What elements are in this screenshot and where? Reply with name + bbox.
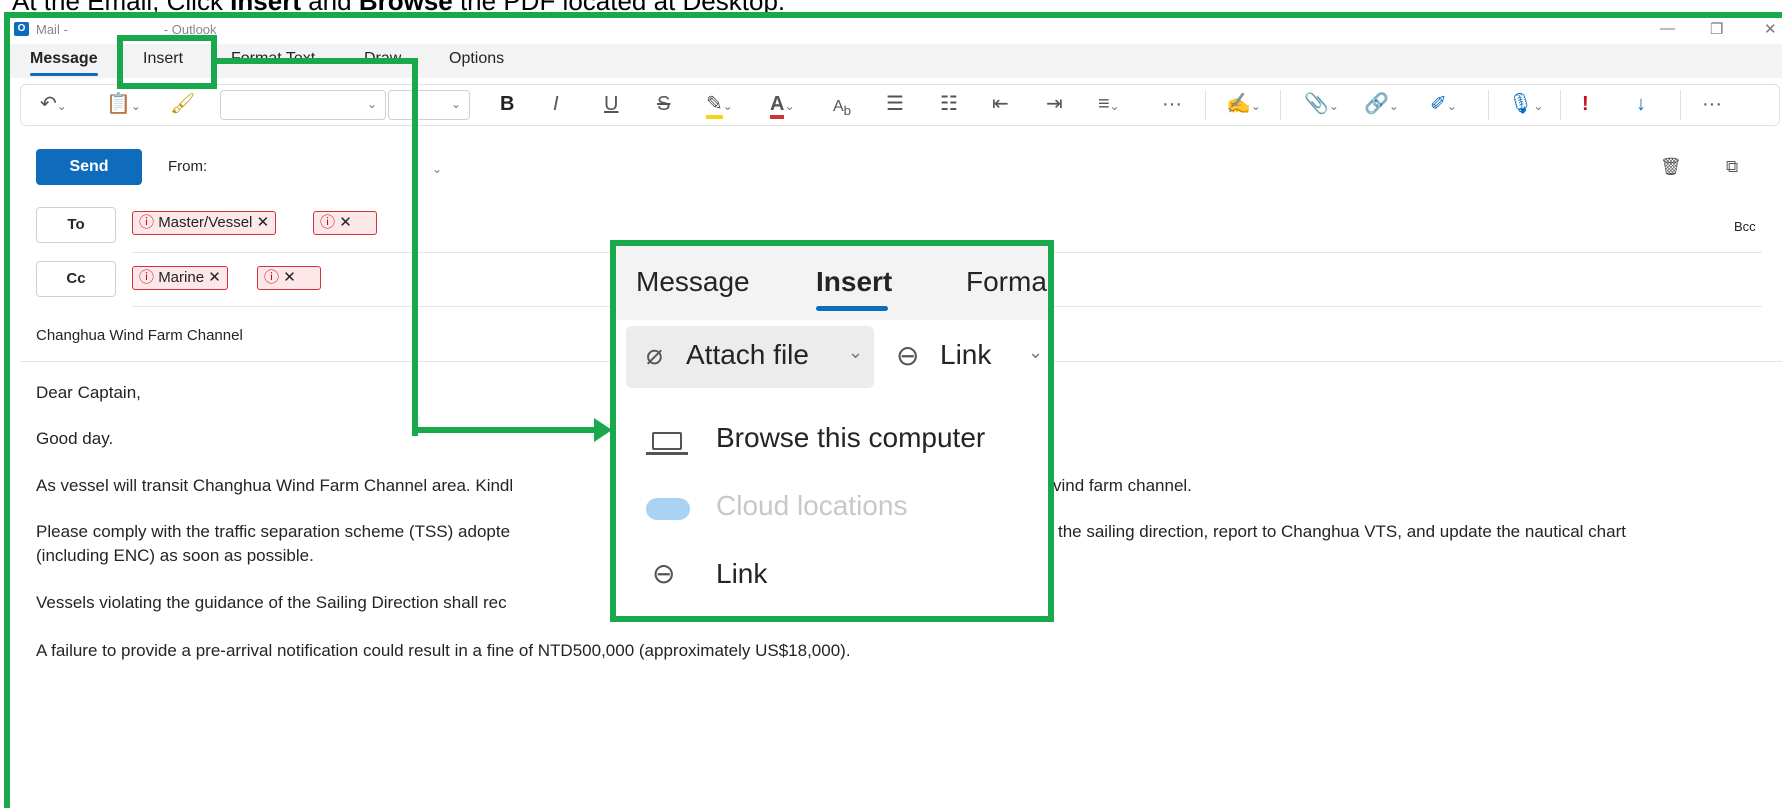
link-icon: ⊖	[896, 340, 920, 371]
laptop-icon	[652, 432, 682, 450]
send-button[interactable]: Send	[36, 149, 142, 185]
arrow-connector	[412, 58, 418, 436]
highlight-color-icon[interactable]: ✎⌄	[706, 92, 733, 119]
minimize-button[interactable]: —	[1660, 20, 1675, 37]
undo-icon[interactable]: ↶⌄	[40, 92, 67, 118]
recipient-chip[interactable]: ⓘ Master/Vessel ✕	[132, 211, 277, 235]
link-icon: ⊖	[652, 558, 676, 589]
close-button[interactable]: ✕	[1764, 20, 1777, 38]
more-formatting-button[interactable]: ···	[1162, 92, 1182, 116]
ribbon-separator	[1280, 90, 1281, 120]
underline-button[interactable]: U	[604, 92, 618, 116]
attach-icon[interactable]: 📎⌄	[1304, 92, 1339, 118]
numbered-list-icon[interactable]: ☷	[940, 92, 958, 116]
discard-icon[interactable]: 🗑	[1660, 155, 1682, 179]
to-button[interactable]: To	[36, 207, 116, 243]
body-line[interactable]: A failure to provide a pre-arrival notif…	[36, 641, 851, 661]
ribbon-separator	[1205, 90, 1206, 120]
tab-options[interactable]: Options	[449, 50, 504, 68]
strikethrough-button[interactable]: S	[657, 92, 670, 116]
align-icon[interactable]: ≡⌄	[1098, 92, 1120, 118]
outlook-icon: O	[14, 22, 29, 36]
popup-tab-insert[interactable]: Insert	[816, 266, 892, 298]
ribbon-overflow-button[interactable]: ···	[1702, 92, 1722, 116]
font-size-select[interactable]: ⌄	[388, 90, 470, 120]
editor-icon[interactable]: ✍⌄	[1226, 92, 1261, 118]
insert-tab-highlight	[117, 35, 217, 89]
body-line[interactable]: As vessel will transit Changhua Wind Far…	[36, 476, 513, 496]
styles-icon[interactable]: Ab	[833, 95, 851, 123]
format-painter-icon[interactable]: 🖌	[170, 92, 195, 116]
body-line[interactable]: Dear Captain,	[36, 383, 141, 403]
body-line[interactable]: Good day.	[36, 429, 113, 449]
cloud-locations-item: Cloud locations	[716, 490, 908, 521]
body-line[interactable]: the sailing direction, report to Changhu…	[1058, 522, 1626, 542]
popup-tab-message[interactable]: Message	[636, 266, 750, 298]
decrease-indent-icon[interactable]: ⇤	[992, 92, 1009, 116]
link-icon[interactable]: 🔗⌄	[1364, 92, 1399, 118]
body-line[interactable]: Vessels violating the guidance of the Sa…	[36, 593, 507, 613]
laptop-base	[646, 452, 688, 455]
restore-button[interactable]: ❐	[1710, 20, 1723, 38]
title-bar	[10, 18, 1782, 42]
font-name-select[interactable]: ⌄	[220, 90, 386, 120]
popup-tab-format[interactable]: Forma	[966, 266, 1047, 298]
bold-button[interactable]: B	[500, 92, 514, 116]
ribbon-separator	[1680, 90, 1681, 120]
arrow-connector	[412, 427, 596, 433]
cc-button[interactable]: Cc	[36, 261, 116, 297]
high-importance-icon[interactable]: !	[1582, 92, 1589, 116]
ribbon-separator	[1488, 90, 1489, 120]
body-line[interactable]: Please comply with the traffic separatio…	[36, 522, 510, 542]
font-color-icon[interactable]: A⌄	[770, 92, 795, 119]
increase-indent-icon[interactable]: ⇥	[1046, 92, 1063, 116]
paperclip-icon: ⌀	[646, 339, 663, 370]
pop-out-icon[interactable]: ⧉	[1726, 155, 1738, 179]
subject-field[interactable]: Changhua Wind Farm Channel	[36, 327, 243, 344]
dictate-icon[interactable]: 🎙⌄	[1508, 92, 1543, 118]
link-button[interactable]: Link	[940, 339, 991, 371]
paste-icon[interactable]: 📋⌄	[106, 92, 141, 118]
body-line[interactable]: vind farm channel.	[1053, 476, 1192, 496]
from-label: From:	[168, 158, 208, 175]
browse-this-computer-item[interactable]: Browse this computer	[716, 422, 985, 454]
signature-icon[interactable]: ✐⌄	[1430, 92, 1457, 118]
recipient-chip[interactable]: ⓘ ✕	[257, 266, 321, 290]
bcc-button[interactable]: Bcc	[1734, 219, 1756, 234]
ribbon-separator	[1560, 90, 1561, 120]
italic-button[interactable]: I	[553, 92, 559, 116]
from-dropdown-icon[interactable]: ⌄	[432, 162, 442, 176]
bullet-list-icon[interactable]: ☰	[886, 92, 904, 116]
arrow-connector	[215, 58, 418, 64]
recipient-chip[interactable]: ⓘ ✕	[313, 211, 377, 235]
cloud-icon	[646, 498, 690, 520]
recipient-chip[interactable]: ⓘ Marine ✕	[132, 266, 228, 290]
active-tab-indicator	[816, 306, 888, 311]
tab-message[interactable]: Message	[30, 50, 98, 76]
attach-file-label: Attach file	[686, 339, 809, 370]
chevron-down-icon: ⌄	[848, 342, 864, 362]
chevron-down-icon: ⌄	[1028, 342, 1044, 362]
low-importance-icon[interactable]: ↓	[1636, 92, 1646, 116]
insert-attach-popup: Message Insert Forma ⌀ Attach file ⌄ ⊖ L…	[610, 240, 1054, 622]
link-menu-item[interactable]: Link	[716, 558, 767, 590]
body-line[interactable]: (including ENC) as soon as possible.	[36, 546, 314, 566]
